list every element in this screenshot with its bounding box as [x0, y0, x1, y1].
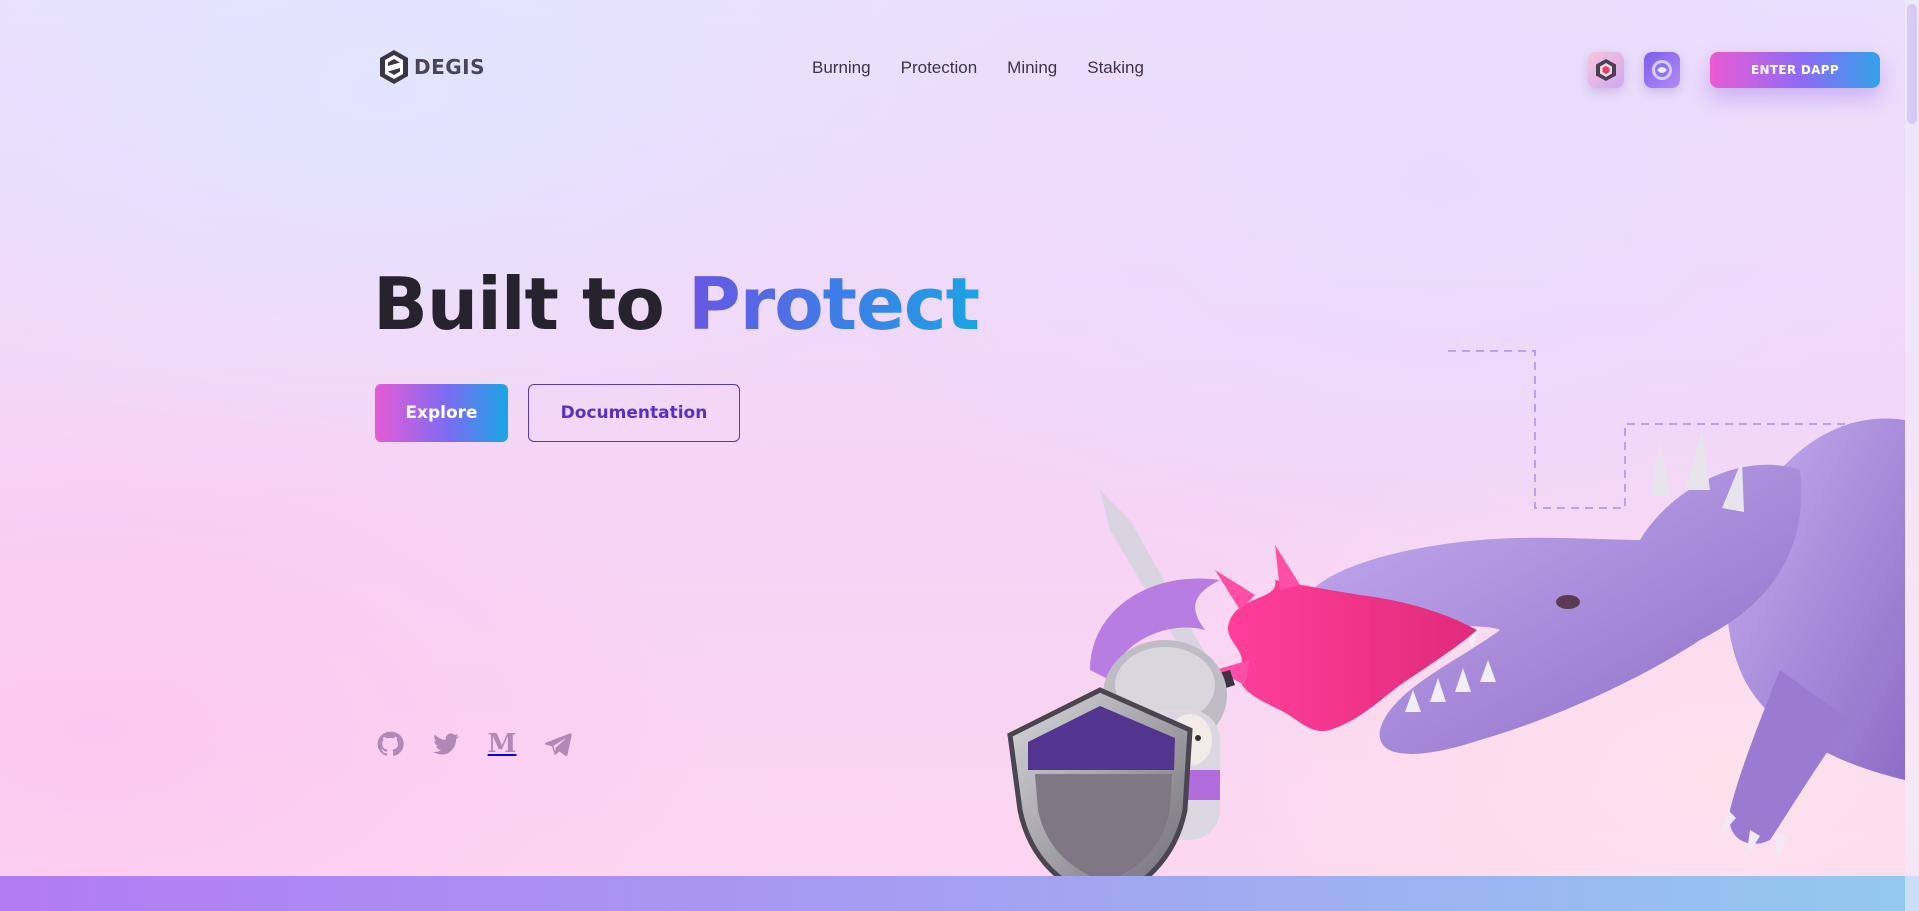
nav-item-mining[interactable]: Mining [1007, 58, 1057, 78]
brand-name: DEGIS [414, 55, 486, 79]
degis-token-button[interactable] [1588, 52, 1624, 88]
brand-logo[interactable]: DEGIS [378, 48, 485, 86]
main-nav: Burning Protection Mining Staking [812, 58, 1144, 78]
page-scrollbar[interactable] [1905, 0, 1919, 911]
hero-title-plain: Built to [373, 262, 688, 346]
nav-item-staking[interactable]: Staking [1087, 58, 1144, 78]
network-token-button[interactable] [1644, 52, 1680, 88]
medium-letter: M [487, 729, 517, 759]
hero-title: Built to Protect [373, 262, 980, 346]
knight-shield [1007, 687, 1193, 900]
degis-logo-icon [380, 50, 408, 84]
telegram-icon[interactable] [543, 729, 573, 759]
nav-item-protection[interactable]: Protection [901, 58, 978, 78]
network-token-icon [1652, 60, 1672, 80]
documentation-button[interactable]: Documentation [528, 384, 740, 442]
medium-icon[interactable]: M [487, 729, 517, 759]
twitter-icon[interactable] [431, 729, 461, 759]
bottom-gradient-bar [0, 876, 1919, 911]
social-links: M [375, 729, 573, 759]
hero-title-highlight: Protect [687, 262, 980, 346]
nav-item-burning[interactable]: Burning [812, 58, 871, 78]
dragon-eye [1556, 595, 1580, 609]
github-icon[interactable] [375, 729, 405, 759]
explore-button[interactable]: Explore [375, 384, 508, 442]
scrollbar-thumb[interactable] [1907, 4, 1917, 124]
enter-dapp-button[interactable]: ENTER DAPP [1710, 52, 1880, 88]
knight-dragon-illustration [1007, 350, 1905, 900]
degis-token-icon [1596, 59, 1616, 81]
